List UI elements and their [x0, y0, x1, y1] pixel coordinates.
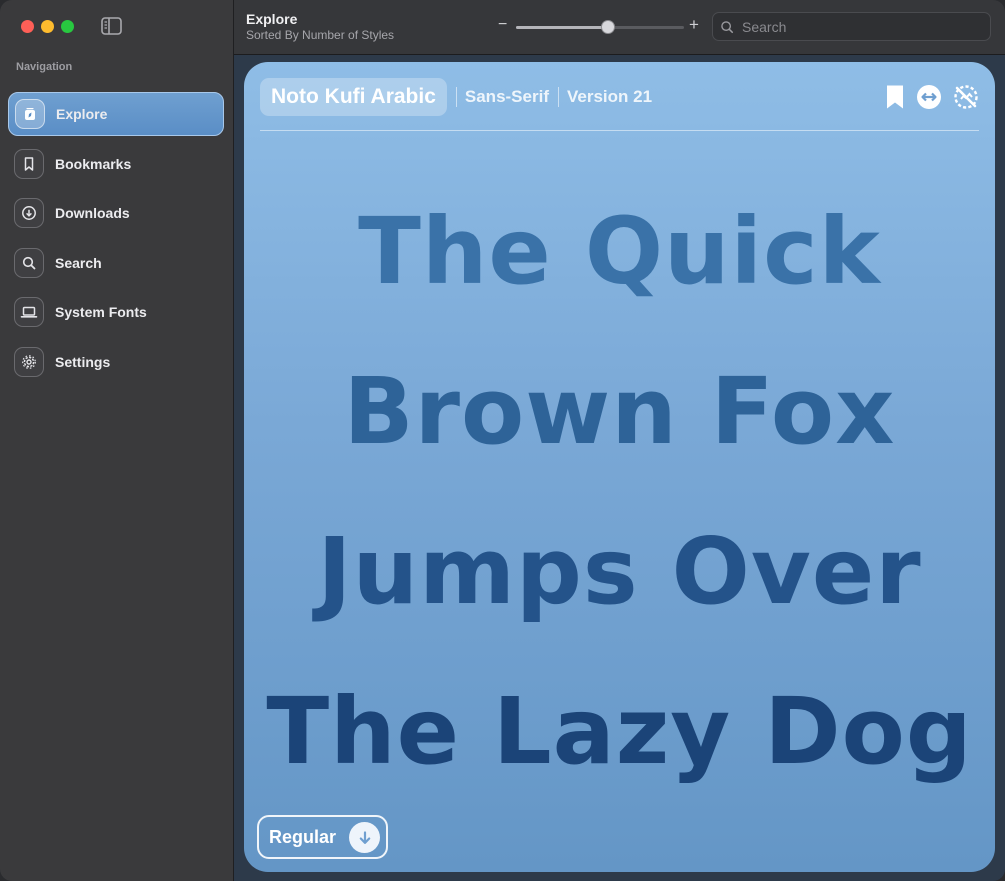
sidebar-item-downloads[interactable]: Downloads	[8, 191, 224, 235]
bookmark-icon[interactable]	[885, 84, 905, 110]
zoom-out-button[interactable]: −	[498, 17, 507, 33]
style-download-button[interactable]: Regular	[257, 815, 388, 859]
close-window-button[interactable]	[21, 20, 34, 33]
sidebar-toggle-icon[interactable]	[101, 17, 122, 35]
meta-divider	[557, 87, 559, 107]
search-field[interactable]	[712, 12, 991, 41]
page-subtitle: Sorted By Number of Styles	[246, 28, 395, 42]
zoom-slider-knob[interactable]	[601, 20, 616, 34]
navigation-heading: Navigation	[16, 61, 73, 73]
content-area: Noto Kufi Arabic Sans-Serif Version 21 T…	[234, 55, 1005, 881]
bookmark-icon	[14, 149, 44, 179]
sidebar-item-label: Downloads	[55, 205, 130, 221]
explore-icon	[15, 99, 45, 129]
hide-icon[interactable]	[953, 84, 979, 110]
toolbar: Explore Sorted By Number of Styles − +	[234, 0, 1005, 55]
download-icon	[349, 822, 380, 853]
font-specimen: The Quick Brown Fox Jumps Over The Lazy …	[244, 172, 995, 812]
sidebar-item-label: Bookmarks	[55, 156, 132, 172]
zoom-slider-fill	[516, 26, 609, 29]
sidebar-item-label: Settings	[55, 354, 111, 370]
search-icon	[721, 20, 734, 33]
search-icon	[14, 248, 44, 278]
page-title: Explore	[246, 11, 298, 27]
gear-icon	[14, 347, 44, 377]
zoom-in-button[interactable]: +	[689, 16, 699, 33]
style-label: Regular	[269, 826, 337, 847]
sidebar-item-bookmarks[interactable]: Bookmarks	[8, 142, 224, 186]
sidebar-item-system-fonts[interactable]: System Fonts	[8, 290, 224, 334]
font-card-actions	[885, 84, 979, 110]
sidebar-item-label: System Fonts	[55, 304, 147, 320]
zoom-slider[interactable]	[516, 20, 684, 34]
meta-divider	[455, 87, 457, 107]
specimen-line: Jumps Over	[317, 518, 922, 625]
card-divider	[260, 130, 979, 131]
font-card-header: Noto Kufi Arabic Sans-Serif Version 21	[260, 78, 652, 116]
sidebar-item-label: Explore	[56, 106, 108, 122]
expand-horizontal-icon[interactable]	[916, 84, 942, 110]
specimen-line: The Lazy Dog	[266, 678, 973, 785]
sidebar-item-search[interactable]: Search	[8, 241, 224, 285]
app-window: Navigation Explore Bookmarks Downloads S…	[0, 0, 1005, 881]
font-card[interactable]: Noto Kufi Arabic Sans-Serif Version 21 T…	[244, 62, 995, 872]
sidebar-item-label: Search	[55, 255, 102, 271]
specimen-line: Brown Fox	[343, 358, 896, 465]
font-name: Noto Kufi Arabic	[260, 78, 447, 116]
font-version: Version 21	[566, 87, 653, 106]
minimize-window-button[interactable]	[41, 20, 54, 33]
sidebar-item-settings[interactable]: Settings	[8, 340, 224, 384]
laptop-icon	[14, 297, 44, 327]
sidebar: Navigation Explore Bookmarks Downloads S…	[0, 0, 234, 881]
zoom-window-button[interactable]	[61, 20, 74, 33]
sidebar-item-explore[interactable]: Explore	[8, 92, 224, 136]
specimen-line: The Quick	[358, 198, 881, 305]
search-input[interactable]	[740, 17, 974, 36]
font-category: Sans-Serif	[464, 87, 549, 106]
download-icon	[14, 198, 44, 228]
